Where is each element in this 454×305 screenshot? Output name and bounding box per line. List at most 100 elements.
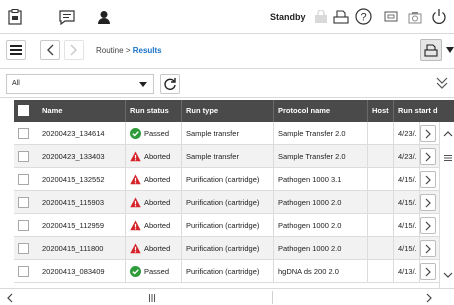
cell-name: 20200415_111800 <box>38 237 126 260</box>
open-run-button[interactable] <box>420 125 436 142</box>
chevron-right-icon <box>425 175 431 184</box>
table-row[interactable]: 20200423_133403 Aborted Sample transfer Sam… <box>14 145 454 168</box>
cell-host <box>368 214 394 237</box>
cell-protocol-name: Sample Transfer 2.0 <box>274 145 368 168</box>
cell-run-start: 4/15/. <box>394 237 420 260</box>
menu-icon <box>10 45 22 55</box>
cell-name: 20200413_083409 <box>38 260 126 283</box>
cell-run-status: Aborted <box>126 191 182 214</box>
cell-run-type: Purification (cartridge) <box>182 214 274 237</box>
table-row[interactable]: 20200415_132552 Aborted Purification (cart… <box>14 168 454 191</box>
camera-icon[interactable] <box>404 6 426 28</box>
cell-run-status: Aborted <box>126 168 182 191</box>
run-status-text: Passed <box>144 129 170 138</box>
check-circle-icon <box>130 127 141 139</box>
run-status-text: Passed <box>144 267 170 276</box>
column-run-start[interactable]: Run start d <box>394 100 454 122</box>
scroll-grip-icon[interactable] <box>148 293 156 303</box>
clipboard-icon[interactable] <box>4 6 26 28</box>
monitor-icon[interactable] <box>380 6 402 28</box>
column-protocol-name[interactable]: Protocol name <box>274 100 368 122</box>
breadcrumb-results: Results <box>132 46 162 55</box>
chevron-right-icon <box>425 221 431 230</box>
cell-name: 20200423_134614 <box>38 122 126 145</box>
column-run-type[interactable]: Run type <box>182 100 274 122</box>
svg-text:?: ? <box>360 11 366 23</box>
cell-protocol-name: Pathogen 1000 2.0 <box>274 237 368 260</box>
status-filter-select[interactable]: All <box>6 74 154 94</box>
open-run-button[interactable] <box>420 148 436 165</box>
lock-icon <box>310 6 332 28</box>
row-checkbox[interactable] <box>18 128 29 139</box>
cell-run-status: Passed <box>126 122 182 145</box>
row-checkbox[interactable] <box>18 197 29 208</box>
row-checkbox[interactable] <box>18 174 29 185</box>
scroll-down-icon[interactable] <box>443 272 453 279</box>
scroll-left-icon[interactable] <box>6 293 13 303</box>
scroll-up-icon[interactable] <box>443 130 453 137</box>
back-button[interactable] <box>40 40 60 60</box>
column-run-status[interactable]: Run status <box>126 100 182 122</box>
cell-protocol-name: hgDNA ds 200 2.0 <box>274 260 368 283</box>
breadcrumb: Routine > Results <box>96 46 162 55</box>
forward-button[interactable] <box>64 40 84 60</box>
print-button[interactable] <box>420 39 442 61</box>
cell-name: 20200415_112959 <box>38 214 126 237</box>
standby-status: Standby <box>270 12 306 22</box>
print-icon <box>424 43 438 57</box>
open-run-button[interactable] <box>420 263 436 280</box>
open-run-button[interactable] <box>420 217 436 234</box>
breadcrumb-separator: > <box>125 46 131 55</box>
cell-run-status: Passed <box>126 260 182 283</box>
user-icon[interactable] <box>93 6 115 28</box>
menu-button[interactable] <box>6 40 26 60</box>
cell-run-start: 4/13/. <box>394 260 420 283</box>
scroll-divider <box>272 291 273 304</box>
cell-run-status: Aborted <box>126 237 182 260</box>
table-row[interactable]: 20200423_134614 Passed Sample transfer Samp… <box>14 122 454 145</box>
row-checkbox[interactable] <box>18 243 29 254</box>
power-icon[interactable] <box>428 5 450 27</box>
cell-run-type: Sample transfer <box>182 145 274 168</box>
cell-protocol-name: Pathogen 1000 2.0 <box>274 191 368 214</box>
print-dropdown-icon[interactable] <box>446 46 454 55</box>
cell-run-type: Purification (cartridge) <box>182 237 274 260</box>
row-checkbox[interactable] <box>18 151 29 162</box>
horizontal-scrollbar[interactable] <box>0 288 454 305</box>
cell-host <box>368 145 394 168</box>
select-all-checkbox[interactable] <box>18 105 29 116</box>
cell-host <box>368 237 394 260</box>
open-run-button[interactable] <box>420 240 436 257</box>
run-status-text: Aborted <box>144 152 171 161</box>
column-host[interactable]: Host <box>368 100 394 122</box>
help-icon[interactable]: ? <box>352 5 374 27</box>
open-run-button[interactable] <box>420 194 436 211</box>
table-row[interactable]: 20200413_083409 Passed Purification (cartr… <box>14 260 454 283</box>
status-filter-value: All <box>12 80 20 87</box>
cell-protocol-name: Pathogen 1000 2.0 <box>274 214 368 237</box>
expand-icon[interactable] <box>436 76 448 92</box>
row-checkbox[interactable] <box>18 220 29 231</box>
refresh-icon <box>164 78 176 90</box>
scroll-handle-icon[interactable] <box>443 154 453 162</box>
cell-run-start: 4/15/. <box>394 191 420 214</box>
cell-run-type: Purification (cartridge) <box>182 168 274 191</box>
chat-icon[interactable] <box>56 6 78 28</box>
warning-triangle-icon <box>130 220 141 230</box>
table-row[interactable]: 20200415_115903 Aborted Purification (cart… <box>14 191 454 214</box>
table-row[interactable]: 20200415_112959 Aborted Purification (cart… <box>14 214 454 237</box>
table-row[interactable]: 20200415_111800 Aborted Purification (cart… <box>14 237 454 260</box>
cell-name: 20200415_115903 <box>38 191 126 214</box>
open-run-button[interactable] <box>420 171 436 188</box>
run-status-text: Aborted <box>144 175 171 184</box>
vertical-scrollbar[interactable] <box>439 122 454 288</box>
printer-icon[interactable] <box>330 6 352 28</box>
column-name[interactable]: Name <box>38 100 126 122</box>
cell-name: 20200415_132552 <box>38 168 126 191</box>
warning-triangle-icon <box>130 197 141 207</box>
row-checkbox[interactable] <box>18 266 29 277</box>
refresh-button[interactable] <box>160 74 180 94</box>
breadcrumb-routine[interactable]: Routine <box>96 46 124 55</box>
filter-bar: All <box>0 68 454 98</box>
scroll-right-icon[interactable] <box>426 293 433 303</box>
